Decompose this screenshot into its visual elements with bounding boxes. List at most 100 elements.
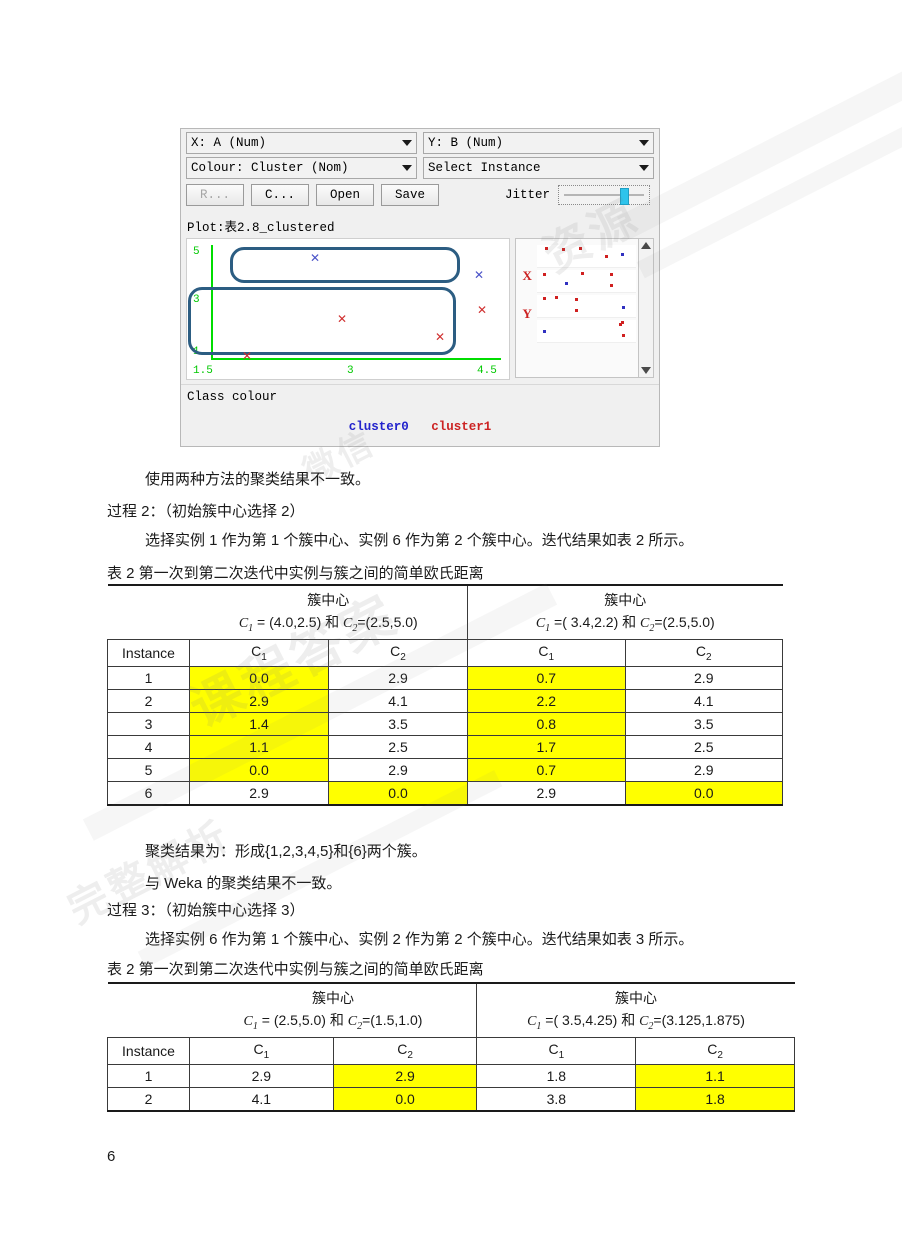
attribute-panel-scrollbar[interactable] xyxy=(638,239,653,377)
class-colour-section: Class colour cluster0 cluster1 xyxy=(181,384,659,446)
result-line-1: 聚类结果为：形成{1,2,3,4,5}和{6}两个簇。 xyxy=(145,843,427,860)
cell-instance: 4 xyxy=(107,734,190,759)
jitter-slider-thumb[interactable] xyxy=(620,188,630,205)
cell-instance: 2 xyxy=(107,1086,190,1112)
column-header-c1-b: C1 xyxy=(467,638,626,667)
scroll-up-icon[interactable] xyxy=(641,242,651,249)
t2-f2-c1: =( 3.5,4.25) xyxy=(545,1012,618,1028)
group-formula-left: C1 = (4.0,2.5) 和 C2=(2.5,5.0) xyxy=(189,611,468,640)
legend-cluster0[interactable]: cluster0 xyxy=(349,420,409,434)
cell-value: 1.7 xyxy=(467,734,626,759)
cell-value: 2.9 xyxy=(328,757,469,782)
cell-value: 0.7 xyxy=(467,665,626,690)
scatter-plot[interactable]: 5 3 1 1.5 3 4.5 ✕ ✕ ✕ ✕ ✕ ✕ xyxy=(186,238,511,380)
t1-f1-c2: =(2.5,5.0) xyxy=(357,614,418,630)
cluster-legend: cluster0 cluster1 xyxy=(187,404,653,434)
open-button[interactable]: Open xyxy=(316,184,374,206)
table-row: 1 2.9 2.9 1.8 1.1 xyxy=(107,1063,795,1088)
column-header-instance: Instance xyxy=(107,1036,190,1065)
select-instance-combo[interactable]: Select Instance xyxy=(423,157,654,179)
attribute-strips-wrap: X Y xyxy=(516,239,638,377)
attribute-strip[interactable] xyxy=(537,295,636,318)
t1-f1-conj: 和 xyxy=(325,614,340,630)
jitter-slider[interactable] xyxy=(558,185,650,205)
column-header-c2-a: C2 xyxy=(328,638,469,667)
legend-cluster1[interactable]: cluster1 xyxy=(431,420,491,434)
attribute-letter-y: Y xyxy=(522,306,532,321)
group-formula-left: C1 = (2.5,5.0) 和 C2=(1.5,1.0) xyxy=(189,1009,477,1038)
distance-table-2: 簇中心 簇中心 C1 = (2.5,5.0) 和 C2=(1.5,1.0) C1… xyxy=(107,982,795,1112)
plot-area-row: 5 3 1 1.5 3 4.5 ✕ ✕ ✕ ✕ ✕ ✕ X Y xyxy=(181,238,659,384)
clear-button[interactable]: C... xyxy=(251,184,309,206)
column-header-c1-a: C1 xyxy=(188,638,330,667)
cell-value: 2.2 xyxy=(467,688,626,713)
cell-value: 0.0 xyxy=(188,757,330,782)
y-axis-combo[interactable]: Y: B (Num) xyxy=(423,132,654,154)
cell-value: 1.1 xyxy=(635,1063,795,1088)
save-button[interactable]: Save xyxy=(381,184,439,206)
cell-value: 2.9 xyxy=(624,665,783,690)
class-colour-label: Class colour xyxy=(187,390,278,404)
cell-value: 2.5 xyxy=(328,734,469,759)
x-tick-3: 3 xyxy=(347,365,354,377)
table-row: 6 2.9 0.0 2.9 0.0 xyxy=(107,780,783,806)
table2-caption: 表 2 第一次到第二次迭代中实例与簇之间的简单欧氏距离 xyxy=(107,961,484,978)
t1-f1-c1: = (4.0,2.5) xyxy=(257,614,322,630)
t2-f1-c2: =(1.5,1.0) xyxy=(362,1012,423,1028)
process2-description: 选择实例 1 作为第 1 个簇中心、实例 6 作为第 2 个簇中心。迭代结果如表… xyxy=(145,532,694,549)
colour-combo[interactable]: Colour: Cluster (Nom) xyxy=(186,157,417,179)
data-point: ✕ xyxy=(434,330,446,344)
x-tick-4-5: 4.5 xyxy=(477,365,497,377)
scroll-down-icon[interactable] xyxy=(641,367,651,374)
x-axis-line xyxy=(211,358,501,360)
t2-f2-conj: 和 xyxy=(621,1012,636,1028)
cell-value: 1.1 xyxy=(188,734,330,759)
x-axis-combo[interactable]: X: A (Num) xyxy=(186,132,417,154)
attribute-side-panel[interactable]: X Y xyxy=(515,238,654,378)
column-header-c1-b: C1 xyxy=(476,1036,637,1065)
page-number: 6 xyxy=(107,1148,116,1165)
chevron-down-icon xyxy=(402,140,412,146)
attribute-strip[interactable] xyxy=(537,245,636,268)
t1-f2-c2: =(2.5,5.0) xyxy=(654,614,715,630)
chevron-down-icon xyxy=(402,165,412,171)
process2-heading: 过程 2：（初始簇中心选择 2） xyxy=(107,503,305,520)
cell-value: 2.9 xyxy=(332,1063,478,1088)
t1-f2-c1: =( 3.4,2.2) xyxy=(554,614,619,630)
cell-instance: 1 xyxy=(107,665,190,690)
data-point: ✕ xyxy=(309,251,321,265)
cell-value: 0.0 xyxy=(188,665,330,690)
cell-instance: 6 xyxy=(107,780,190,806)
cell-value: 4.1 xyxy=(624,688,783,713)
colour-combo-label: Colour: Cluster (Nom) xyxy=(191,161,349,175)
y-tick-5: 5 xyxy=(193,246,200,258)
cell-value: 2.9 xyxy=(188,780,330,806)
data-point: ✕ xyxy=(241,349,253,363)
cell-value: 4.1 xyxy=(328,688,469,713)
cell-instance: 2 xyxy=(107,688,190,713)
formula-spacer xyxy=(107,1009,190,1038)
cell-instance: 3 xyxy=(107,711,190,736)
cell-value: 3.5 xyxy=(328,711,469,736)
table-header-formula-row: C1 = (4.0,2.5) 和 C2=(2.5,5.0) C1 =( 3.4,… xyxy=(107,611,783,640)
t2-f1-c1: = (2.5,5.0) xyxy=(261,1012,326,1028)
reset-button[interactable]: R... xyxy=(186,184,244,206)
cell-instance: 1 xyxy=(107,1063,190,1088)
attribute-strip[interactable] xyxy=(537,320,636,343)
attribute-strip[interactable] xyxy=(537,270,636,293)
cell-value: 1.4 xyxy=(188,711,330,736)
cell-value: 2.9 xyxy=(624,757,783,782)
table-column-header-row: Instance C1 C2 C1 C2 xyxy=(107,638,783,667)
cell-value: 3.5 xyxy=(624,711,783,736)
chevron-down-icon xyxy=(639,165,649,171)
data-point: ✕ xyxy=(476,303,488,317)
cell-value: 0.8 xyxy=(467,711,626,736)
axis-selector-row: X: A (Num) Y: B (Num) xyxy=(181,129,659,154)
cell-value: 0.0 xyxy=(332,1086,478,1112)
process3-description: 选择实例 6 作为第 1 个簇中心、实例 2 作为第 2 个簇中心。迭代结果如表… xyxy=(145,931,694,948)
group-header-right: 簇中心 xyxy=(476,982,795,1009)
t2-f1-conj: 和 xyxy=(329,1012,344,1028)
group-header-left: 簇中心 xyxy=(189,584,468,611)
cell-value: 2.9 xyxy=(189,1063,334,1088)
table-row: 2 2.9 4.1 2.2 4.1 xyxy=(107,688,783,713)
